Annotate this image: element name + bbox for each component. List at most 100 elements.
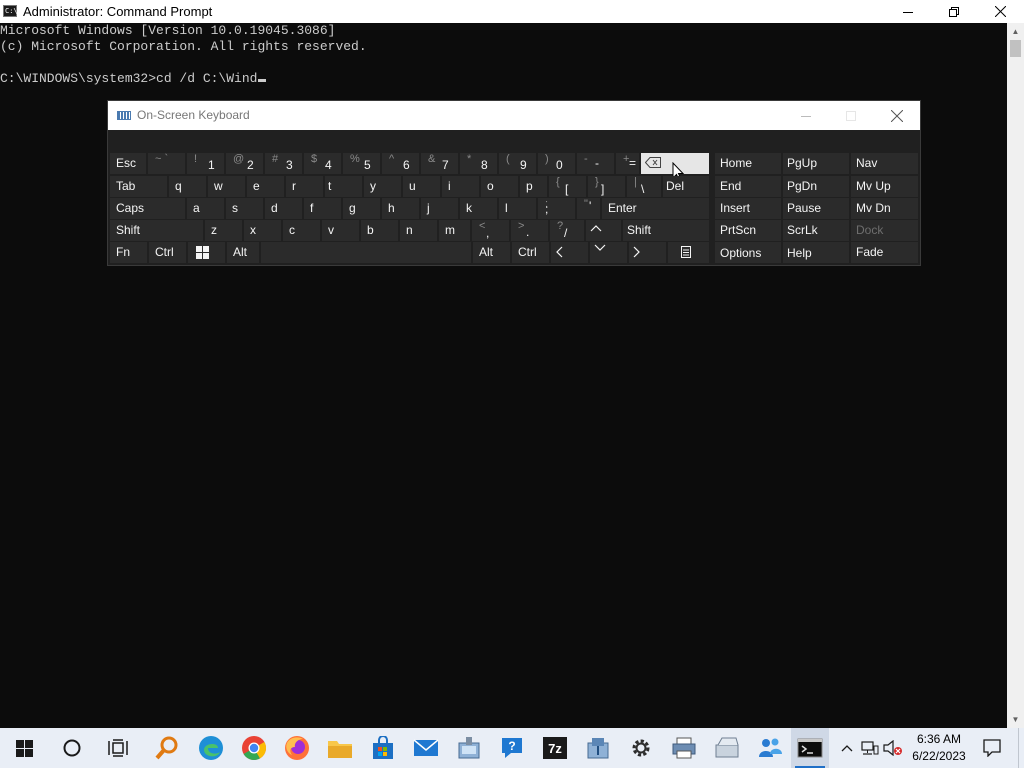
key-alt-right[interactable]: Alt <box>473 242 510 263</box>
control-panel-app[interactable] <box>448 728 490 768</box>
key-right[interactable] <box>629 242 666 263</box>
key-m[interactable]: m <box>439 220 470 241</box>
key-3[interactable]: #3 <box>265 153 302 174</box>
settings-app[interactable] <box>620 728 662 768</box>
key-rbracket[interactable]: }] <box>588 176 625 197</box>
key-v[interactable]: v <box>322 220 359 241</box>
key-comma[interactable]: <, <box>472 220 509 241</box>
key-8[interactable]: * 8 <box>460 153 497 174</box>
key-windows[interactable] <box>188 242 225 263</box>
key-u[interactable]: u <box>403 176 440 197</box>
console-titlebar[interactable]: C:\ Administrator: Command Prompt <box>0 0 1024 23</box>
key-menu[interactable] <box>668 242 709 263</box>
key-p[interactable]: p <box>520 176 547 197</box>
key-mv-dn[interactable]: Mv Dn <box>851 198 918 219</box>
key-d[interactable]: d <box>265 198 302 219</box>
scroll-down-arrow-icon[interactable]: ▼ <box>1007 711 1024 728</box>
key-insert[interactable]: Insert <box>715 198 781 219</box>
key-5[interactable]: % 5 <box>343 153 380 174</box>
key-2[interactable]: @2 <box>226 153 263 174</box>
osk-minimize-button[interactable] <box>783 101 829 130</box>
key-7[interactable]: & 7 <box>421 153 458 174</box>
key-backspace[interactable] <box>641 153 709 181</box>
key-a[interactable]: a <box>187 198 224 219</box>
key-del[interactable]: Del <box>663 176 709 197</box>
tray-overflow-button[interactable] <box>836 728 858 768</box>
scrollbar-thumb[interactable] <box>1010 40 1021 57</box>
osk-titlebar[interactable]: On-Screen Keyboard <box>108 101 920 130</box>
key-mv-up[interactable]: Mv Up <box>851 176 918 197</box>
key-alt-left[interactable]: Alt <box>227 242 259 263</box>
key-pause[interactable]: Pause <box>783 198 849 219</box>
key-fade[interactable]: Fade <box>851 242 918 263</box>
network-app[interactable] <box>577 728 619 768</box>
key-i[interactable]: i <box>442 176 479 197</box>
key-shift-right[interactable]: Shift <box>623 220 709 241</box>
key-help[interactable]: Help <box>783 242 849 263</box>
key-period[interactable]: >. <box>511 220 548 241</box>
scroll-up-arrow-icon[interactable]: ▲ <box>1007 23 1024 40</box>
firefox-app[interactable] <box>276 728 318 768</box>
key-lbracket[interactable]: {[ <box>549 176 586 197</box>
printer-app[interactable] <box>663 728 705 768</box>
key-nav[interactable]: Nav <box>851 153 918 174</box>
search-everything-app[interactable] <box>146 728 188 768</box>
action-center-button[interactable] <box>978 728 1006 768</box>
task-view-button[interactable] <box>96 728 140 768</box>
key-options[interactable]: Options <box>715 242 781 263</box>
key-r[interactable]: r <box>286 176 323 197</box>
key-enter[interactable]: Enter <box>602 198 709 219</box>
on-screen-keyboard-window[interactable]: On-Screen Keyboard Esc ~ ` ! 1 @2 #3 $4 %… <box>108 101 920 265</box>
start-button[interactable] <box>0 728 48 768</box>
key-z[interactable]: z <box>205 220 242 241</box>
search-button[interactable] <box>50 728 94 768</box>
key-h[interactable]: h <box>382 198 419 219</box>
key-4[interactable]: $4 <box>304 153 341 174</box>
mail-app[interactable] <box>405 728 447 768</box>
chrome-app[interactable] <box>233 728 275 768</box>
key-fn[interactable]: Fn <box>110 242 147 263</box>
key-0[interactable]: ) 0 <box>538 153 575 174</box>
7zip-app[interactable]: 7z <box>534 728 576 768</box>
key-g[interactable]: g <box>343 198 380 219</box>
show-desktop-button[interactable] <box>1018 728 1024 768</box>
key-slash[interactable]: ? / <box>550 220 584 241</box>
key-o[interactable]: o <box>481 176 518 197</box>
key-n[interactable]: n <box>400 220 437 241</box>
key-minus[interactable]: -- <box>577 153 614 174</box>
close-button[interactable] <box>977 0 1023 23</box>
file-explorer-app[interactable] <box>319 728 361 768</box>
key-ctrl-left[interactable]: Ctrl <box>149 242 186 263</box>
edge-app[interactable] <box>190 728 232 768</box>
restore-button[interactable] <box>931 0 977 23</box>
key-y[interactable]: y <box>364 176 401 197</box>
key-pgup[interactable]: PgUp <box>783 153 849 174</box>
key-ctrl-right[interactable]: Ctrl <box>512 242 549 263</box>
network-tray-button[interactable] <box>860 728 880 768</box>
key-l[interactable]: l <box>499 198 536 219</box>
key-pgdn[interactable]: PgDn <box>783 176 849 197</box>
key-scrlk[interactable]: ScrLk <box>783 220 849 241</box>
key-x[interactable]: x <box>244 220 281 241</box>
key-w[interactable]: w <box>208 176 245 197</box>
minimize-button[interactable] <box>885 0 931 23</box>
key-down[interactable] <box>590 242 627 263</box>
key-s[interactable]: s <box>226 198 263 219</box>
key-equals[interactable]: + = <box>616 153 639 174</box>
key-home[interactable]: Home <box>715 153 781 174</box>
scanner-app[interactable] <box>706 728 748 768</box>
key-6[interactable]: ^ 6 <box>382 153 419 174</box>
key-caps[interactable]: Caps <box>110 198 185 219</box>
help-app[interactable]: ? <box>491 728 533 768</box>
key-quote[interactable]: " ' <box>577 198 600 219</box>
key-tilde[interactable]: ~ ` <box>148 153 185 174</box>
cmd-app[interactable] <box>791 728 829 768</box>
key-space[interactable] <box>261 242 471 263</box>
key-b[interactable]: b <box>361 220 398 241</box>
key-q[interactable]: q <box>169 176 206 197</box>
key-esc[interactable]: Esc <box>110 153 146 174</box>
key-up[interactable] <box>586 220 621 241</box>
key-t[interactable]: t <box>325 176 362 197</box>
key-c[interactable]: c <box>283 220 320 241</box>
key-shift-left[interactable]: Shift <box>110 220 203 241</box>
